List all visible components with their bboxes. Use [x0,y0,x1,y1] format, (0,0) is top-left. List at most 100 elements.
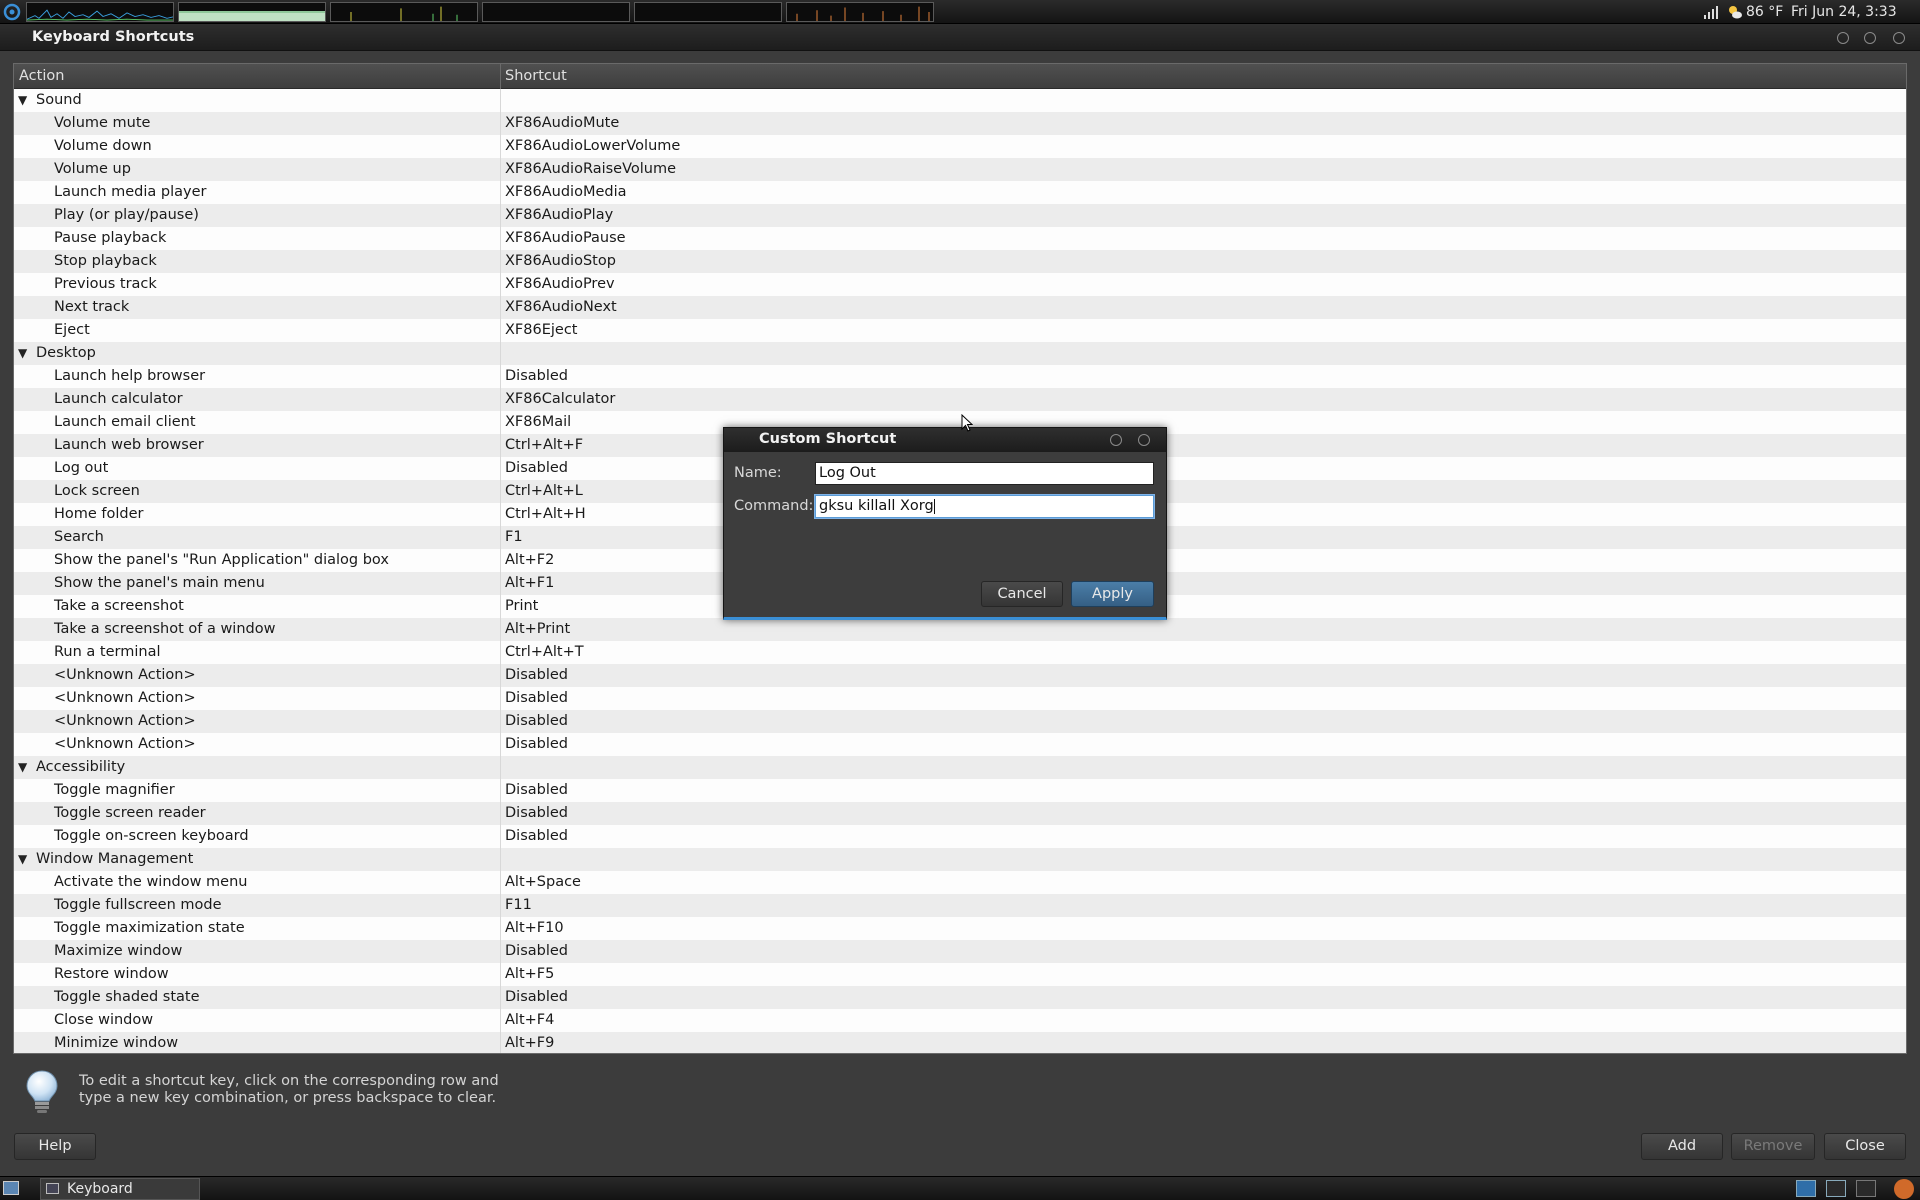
table-row[interactable]: Eject XF86Eject [14,319,1906,342]
tree-category-row[interactable]: ▼ Sound [14,89,1906,112]
table-row[interactable]: Toggle fullscreen mode F11 [14,894,1906,917]
shortcut-cell[interactable]: Alt+F5 [505,963,554,986]
load-monitor-graph[interactable] [634,2,782,22]
table-row[interactable]: Restore window Alt+F5 [14,963,1906,986]
shortcut-cell[interactable]: Alt+F4 [505,1009,554,1032]
table-row[interactable]: <Unknown Action> Disabled [14,710,1906,733]
expander-arrow-icon[interactable]: ▼ [18,848,27,871]
table-row[interactable]: Run a terminal Ctrl+Alt+T [14,641,1906,664]
shortcut-cell[interactable]: XF86AudioPause [505,227,626,250]
expander-arrow-icon[interactable]: ▼ [18,756,27,779]
shortcut-cell[interactable]: Alt+F2 [505,549,554,572]
shortcut-cell[interactable]: Disabled [505,825,568,848]
table-row[interactable]: Activate the window menu Alt+Space [14,871,1906,894]
cpu-monitor-graph[interactable] [26,2,174,22]
shortcut-cell[interactable]: XF86Eject [505,319,578,342]
shortcut-cell[interactable]: XF86Calculator [505,388,615,411]
table-row[interactable]: Volume up XF86AudioRaiseVolume [14,158,1906,181]
shortcut-cell[interactable]: Disabled [505,779,568,802]
disk-monitor-graph[interactable] [786,2,934,22]
table-row[interactable]: <Unknown Action> Disabled [14,733,1906,756]
table-row[interactable]: Stop playback XF86AudioStop [14,250,1906,273]
shortcut-cell[interactable]: XF86AudioPrev [505,273,615,296]
tree-category-row[interactable]: ▼ Desktop [14,342,1906,365]
maximize-icon[interactable] [1864,32,1876,44]
scrollbar[interactable] [1906,64,1907,520]
shortcut-cell[interactable]: XF86AudioMute [505,112,619,135]
table-row[interactable]: Minimize window Alt+F9 [14,1032,1906,1053]
workspace-switcher-3[interactable] [1856,1180,1876,1197]
shortcut-cell[interactable]: XF86AudioMedia [505,181,627,204]
shortcut-cell[interactable]: XF86AudioNext [505,296,617,319]
tree-category-row[interactable]: ▼ Window Management [14,848,1906,871]
expander-arrow-icon[interactable]: ▼ [18,89,27,112]
shortcut-cell[interactable]: Disabled [505,733,568,756]
table-row[interactable]: Next track XF86AudioNext [14,296,1906,319]
workspace-switcher-2[interactable] [1826,1180,1846,1197]
column-header-shortcut[interactable]: Shortcut [505,68,567,84]
network-monitor-graph[interactable] [330,2,478,22]
shortcut-cell[interactable]: Disabled [505,986,568,1009]
shortcut-cell[interactable]: Ctrl+Alt+L [505,480,583,503]
taskbar-item-keyboard-shortcuts[interactable]: Keyboard Shortcuts [40,1178,200,1200]
shortcut-cell[interactable]: Disabled [505,365,568,388]
shortcut-cell[interactable]: Ctrl+Alt+H [505,503,586,526]
table-row[interactable]: Toggle screen reader Disabled [14,802,1906,825]
table-row[interactable]: Toggle maximization state Alt+F10 [14,917,1906,940]
dialog-close-icon[interactable] [1138,434,1150,446]
shortcut-cell[interactable]: Disabled [505,664,568,687]
table-row[interactable]: Take a screenshot of a window Alt+Print [14,618,1906,641]
table-row[interactable]: Toggle shaded state Disabled [14,986,1906,1009]
show-desktop-icon[interactable] [3,1181,19,1195]
cancel-button[interactable]: Cancel [981,581,1063,607]
table-row[interactable]: Toggle magnifier Disabled [14,779,1906,802]
close-icon[interactable] [1893,32,1905,44]
expander-arrow-icon[interactable]: ▼ [18,342,27,365]
table-row[interactable]: Close window Alt+F4 [14,1009,1906,1032]
shortcut-cell[interactable]: Disabled [505,802,568,825]
shortcut-cell[interactable]: F1 [505,526,523,549]
name-field[interactable]: Log Out [815,462,1154,485]
shortcut-cell[interactable]: Disabled [505,687,568,710]
add-button[interactable]: Add [1641,1133,1723,1160]
shortcut-cell[interactable]: Alt+F9 [505,1032,554,1053]
remove-button[interactable]: Remove [1731,1133,1815,1160]
shortcut-cell[interactable]: XF86AudioStop [505,250,616,273]
table-row[interactable]: Launch help browser Disabled [14,365,1906,388]
table-row[interactable]: Pause playback XF86AudioPause [14,227,1906,250]
shortcut-cell[interactable]: Ctrl+Alt+F [505,434,583,457]
table-row[interactable]: Volume mute XF86AudioMute [14,112,1906,135]
table-row[interactable]: <Unknown Action> Disabled [14,687,1906,710]
shortcut-cell[interactable]: XF86AudioRaiseVolume [505,158,676,181]
table-row[interactable]: Toggle on-screen keyboard Disabled [14,825,1906,848]
network-signal-icon[interactable] [1703,5,1719,19]
table-row[interactable]: Launch media player XF86AudioMedia [14,181,1906,204]
shortcut-cell[interactable]: Disabled [505,457,568,480]
shortcut-cell[interactable]: Disabled [505,710,568,733]
weather-icon[interactable] [1727,4,1743,20]
command-field[interactable]: gksu killall Xorg [815,495,1154,518]
close-button[interactable]: Close [1824,1133,1906,1160]
workspace-switcher-1[interactable] [1796,1180,1816,1197]
apply-button[interactable]: Apply [1071,581,1154,607]
shortcut-cell[interactable]: Ctrl+Alt+T [505,641,584,664]
table-row[interactable]: Play (or play/pause) XF86AudioPlay [14,204,1906,227]
shortcut-cell[interactable]: Alt+F1 [505,572,554,595]
shortcut-cell[interactable]: XF86AudioLowerVolume [505,135,680,158]
minimize-icon[interactable] [1837,32,1849,44]
column-header-action[interactable]: Action [19,68,64,84]
help-button[interactable]: Help [14,1133,96,1160]
shortcut-cell[interactable]: Disabled [505,940,568,963]
dialog-titlebar[interactable]: Custom Shortcut [724,428,1166,452]
memory-monitor-graph[interactable] [178,2,326,22]
tree-category-row[interactable]: ▼ Accessibility [14,756,1906,779]
ubuntu-logo-icon[interactable] [2,2,22,22]
shortcut-cell[interactable]: F11 [505,894,532,917]
dialog-maximize-icon[interactable] [1110,434,1122,446]
custom-shortcut-dialog[interactable]: Custom Shortcut Name: Log Out Command: g… [723,427,1167,620]
shortcut-cell[interactable]: XF86Mail [505,411,571,434]
table-row[interactable]: Previous track XF86AudioPrev [14,273,1906,296]
shortcut-cell[interactable]: Alt+Space [505,871,581,894]
table-row[interactable]: Launch calculator XF86Calculator [14,388,1906,411]
shortcut-cell[interactable]: Alt+Print [505,618,570,641]
